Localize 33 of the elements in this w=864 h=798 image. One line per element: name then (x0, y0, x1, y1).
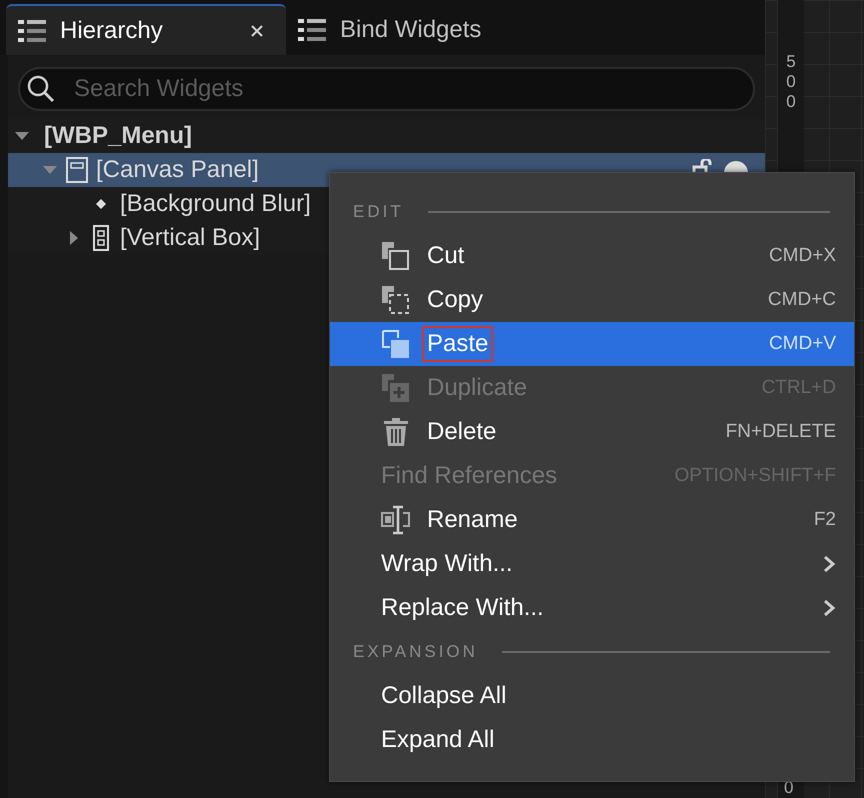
menu-item[interactable]: Rename F2 (330, 498, 854, 542)
section-heading: EDIT (353, 202, 404, 222)
shortcut-label: CMD+X (768, 245, 836, 267)
menu-item[interactable]: Collapse All (330, 674, 854, 718)
ruler-number: 0 (786, 92, 796, 112)
search-field[interactable]: Search Widgets (18, 67, 755, 111)
menu-item[interactable]: Replace With... (330, 586, 854, 630)
section-heading: EXPANSION (353, 642, 478, 662)
ruler-number: 5 (786, 52, 796, 72)
menu-item-label: Delete (426, 417, 498, 447)
menu-item-label: Replace With... (380, 593, 545, 623)
shortcut-label: CMD+V (768, 333, 836, 355)
menu-item[interactable]: Wrap With... (330, 542, 854, 586)
shortcut-label: F2 (814, 509, 836, 531)
menu-item[interactable]: Expand All (330, 718, 854, 762)
menu-item[interactable]: Copy CMD+C (330, 278, 854, 322)
menu-item-label: Expand All (380, 725, 496, 755)
menu-item-label: Find References (380, 461, 558, 491)
menu-item[interactable]: Paste CMD+V (330, 322, 854, 366)
menu-item-label: Cut (426, 241, 466, 271)
menu-item-label: Copy (426, 285, 484, 315)
ruler-number: 0 (786, 72, 796, 92)
menu-item[interactable]: Cut CMD+X (330, 234, 854, 278)
menu-item[interactable]: Delete FN+DELETE (330, 410, 854, 454)
menu-item-label: Duplicate (426, 373, 528, 403)
menu-item-label: Wrap With... (380, 549, 514, 579)
panel-tab[interactable]: Hierarchy (6, 4, 286, 55)
shortcut-label: FN+DELETE (726, 421, 836, 443)
menu-item-label: Rename (426, 505, 519, 535)
menu-item-label: Collapse All (380, 681, 508, 711)
menu-item-label: Paste (422, 326, 494, 362)
panel-tab[interactable]: Bind Widgets (286, 4, 504, 55)
shortcut-label: CMD+C (768, 289, 836, 311)
